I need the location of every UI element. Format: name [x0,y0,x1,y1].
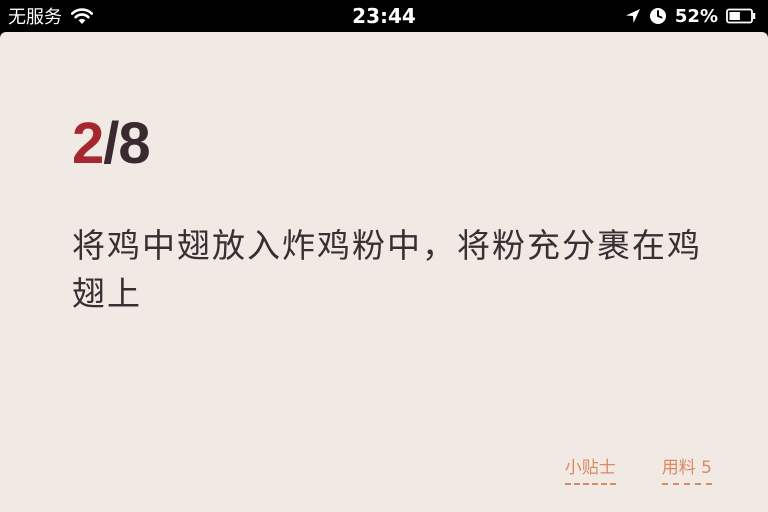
step-current-number: 2 [72,111,104,176]
status-right: 52% [625,4,756,28]
tips-link[interactable]: 小贴士 [564,456,616,485]
location-arrow-icon [625,9,640,23]
battery-percent: 52% [674,5,718,27]
alarm-clock-icon [649,8,666,24]
recipe-step-card: 2/8 将鸡中翅放入炸鸡粉中，将粉充分裹在鸡翅上 小贴士 用料 5 [0,32,768,512]
ingredients-link[interactable]: 用料 5 [661,456,712,485]
step-total: /8 [103,111,150,176]
status-bar: 无服务 23:44 52% [0,0,768,32]
bottom-links: 小贴士 用料 5 [564,456,712,485]
step-counter: 2/8 [72,111,151,176]
battery-icon [726,8,756,24]
step-instruction: 将鸡中翅放入炸鸡粉中，将粉充分裹在鸡翅上 [72,226,702,313]
